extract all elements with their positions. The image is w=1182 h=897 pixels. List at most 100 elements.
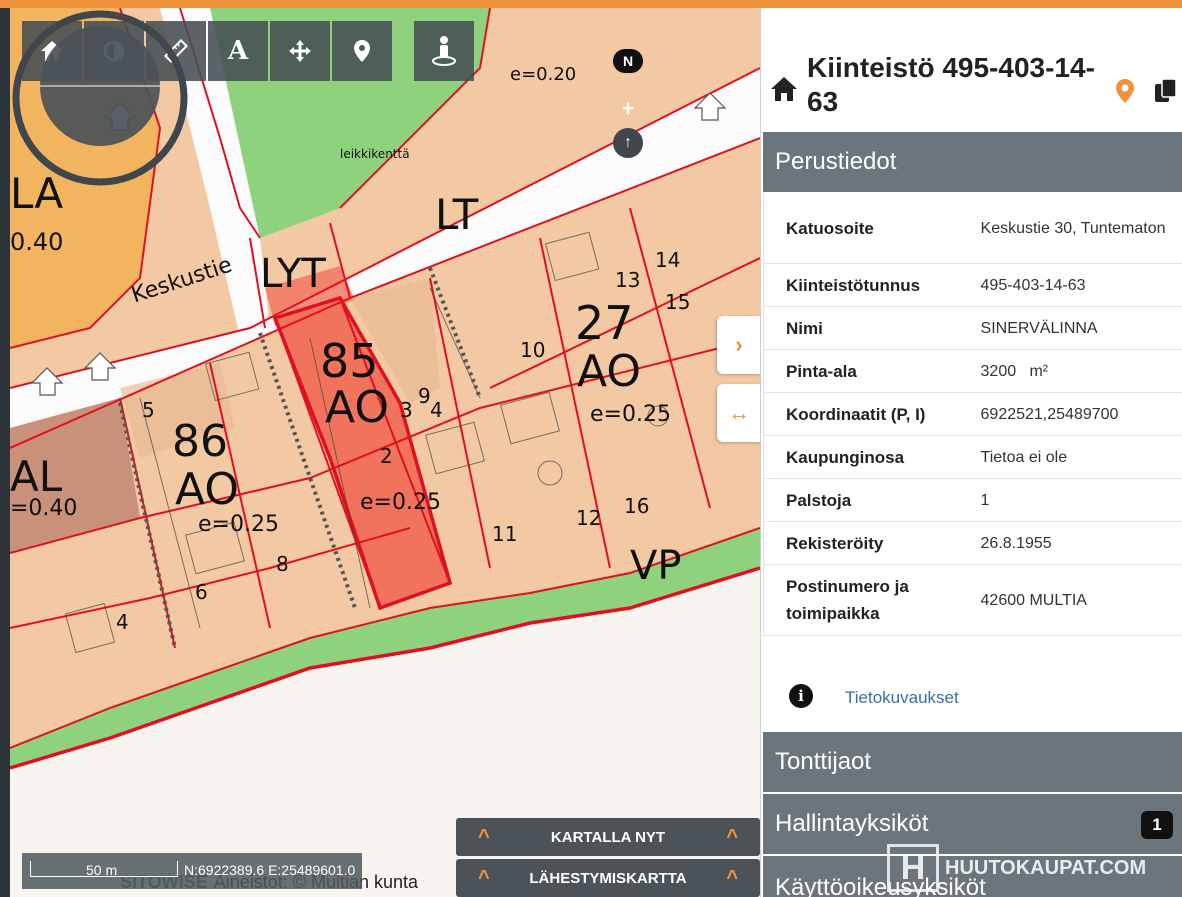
chevron-up-icon: ^ xyxy=(478,825,490,848)
zoom-in-button[interactable]: + xyxy=(615,96,641,122)
zone-lt: LT xyxy=(435,190,479,239)
locate-button[interactable] xyxy=(332,21,392,81)
compass-north-badge: N xyxy=(613,49,643,73)
row-key: Kiinteistötunnus xyxy=(786,275,921,295)
row-value: 1 xyxy=(980,491,990,509)
overview-map-button[interactable]: ^ LÄHESTYMISKARTTA ^ xyxy=(456,859,760,897)
watermark-logo: H xyxy=(887,844,939,892)
row-key: Rekisteröity xyxy=(786,533,884,553)
chevron-up-icon: ^ xyxy=(726,866,738,889)
efficiency-85: e=0.25 xyxy=(360,490,441,515)
zone-ao-85: AO xyxy=(325,382,389,433)
zone-al-efficiency: =0.40 xyxy=(10,496,78,521)
table-row: Rekisteröity 26.8.1955 xyxy=(764,522,1182,565)
plot-12: 12 xyxy=(576,506,602,530)
chevron-up-icon: ^ xyxy=(478,866,490,889)
data-descriptions-link[interactable]: Tietokuvaukset xyxy=(845,688,959,708)
zone-al: AL xyxy=(10,452,63,501)
collapse-panel-button[interactable]: › xyxy=(717,316,760,374)
plot-10: 10 xyxy=(520,338,546,362)
resize-horizontal-icon: ↔ xyxy=(728,400,750,425)
table-row: Kaupunginosa Tietoa ei ole xyxy=(764,436,1182,479)
row-value: Keskustie 30, Tuntematon xyxy=(980,219,1166,237)
move-icon xyxy=(289,40,311,62)
table-row: Pinta-ala 3200 m² xyxy=(764,350,1182,393)
table-row: Katuosoite Keskustie 30, Tuntematon xyxy=(764,193,1182,264)
location-pin-icon[interactable] xyxy=(1115,78,1135,104)
top-accent-bar xyxy=(0,0,1182,8)
section-tonttijaot[interactable]: Tonttijaot xyxy=(763,732,1182,792)
row-value: 42600 MULTIA xyxy=(980,591,1087,609)
streetview-toolbar xyxy=(414,21,474,81)
area-value: 3200 xyxy=(980,362,1017,380)
block-number-27: 27 xyxy=(575,296,634,350)
area-unit: m² xyxy=(1029,362,1049,380)
section-perustiedot[interactable]: Perustiedot xyxy=(763,132,1182,192)
row-key: Katuosoite xyxy=(786,218,874,238)
scale-bar: 50 m N:6922389.6 E:25489601.0 xyxy=(22,853,362,889)
zone-ao-86: AO xyxy=(175,464,239,515)
plot-3: 3 xyxy=(400,398,413,422)
plot-4: 4 xyxy=(116,610,129,634)
cursor-coordinates: N:6922389.6 E:25489601.0 xyxy=(184,862,356,878)
zone-vp: VP xyxy=(630,543,682,589)
table-row: Postinumero ja toimipaikka 42600 MULTIA xyxy=(764,565,1182,636)
zone-la-efficiency: 0.40 xyxy=(10,228,64,256)
row-key: Pinta-ala xyxy=(786,361,857,381)
plot-5: 5 xyxy=(142,398,155,422)
row-value: Tietoa ei ole xyxy=(980,448,1068,466)
text-button[interactable]: A xyxy=(208,21,268,81)
map-now-button[interactable]: ^ KARTALLA NYT ^ xyxy=(456,818,760,856)
text-icon: A xyxy=(227,36,249,66)
street-view-icon xyxy=(432,36,456,66)
plot-6: 6 xyxy=(195,580,208,604)
panel-header: Kiinteistö 495-403-14-63 xyxy=(761,8,1182,132)
app-root: 85 AO 86 AO 27 AO LT LYT VP AL =0.40 LA … xyxy=(0,0,1182,897)
plot-14: 14 xyxy=(655,248,681,272)
zone-lyt: LYT xyxy=(260,251,326,297)
table-row: Kiinteistötunnus 495-403-14-63 xyxy=(764,264,1182,307)
block-number-85: 85 xyxy=(320,334,379,388)
watermark-text: HUUTOKAUPAT.COM xyxy=(945,856,1147,879)
plot-13: 13 xyxy=(615,268,641,292)
left-edge xyxy=(0,8,10,897)
section-label: Hallintayksiköt xyxy=(775,810,929,837)
row-key: Koordinaatit (P, I) xyxy=(786,404,926,424)
plot-16: 16 xyxy=(624,494,650,518)
table-row: Nimi SINERVÄLINNA xyxy=(764,307,1182,350)
efficiency-86: e=0.25 xyxy=(198,512,279,537)
block-number-86: 86 xyxy=(172,416,228,467)
efficiency-top: e=0.20 xyxy=(510,64,577,85)
zoom-out-button[interactable]: - xyxy=(615,165,641,191)
property-details-table: Katuosoite Keskustie 30, Tuntematon Kiin… xyxy=(763,193,1182,636)
map-now-label: KARTALLA NYT xyxy=(550,828,666,846)
row-key: Postinumero ja toimipaikka xyxy=(786,577,909,623)
plot-9: 9 xyxy=(418,384,431,408)
row-value: 6922521,25489700 xyxy=(980,405,1119,423)
row-key: Kaupunginosa xyxy=(786,447,905,467)
resize-panel-button[interactable]: ↔ xyxy=(717,384,760,442)
street-view-button[interactable] xyxy=(414,21,474,81)
overview-map-label: LÄHESTYMISKARTTA xyxy=(529,869,687,887)
home-icon xyxy=(771,77,797,101)
plot-2: 2 xyxy=(380,444,393,468)
zone-ao-27: AO xyxy=(577,346,641,397)
chevron-up-icon: ^ xyxy=(726,825,738,848)
row-key: Nimi xyxy=(786,318,823,338)
compass-ring[interactable] xyxy=(10,8,190,188)
row-value: 26.8.1955 xyxy=(980,534,1052,552)
playground-label: leikkikenttä xyxy=(340,147,410,161)
row-value-area: 3200 m² xyxy=(981,358,1182,385)
property-title: Kiinteistö 495-403-14-63 xyxy=(807,52,1095,117)
row-value: 495-403-14-63 xyxy=(980,276,1086,294)
copy-icon[interactable] xyxy=(1154,78,1178,104)
reset-north-button[interactable]: ↑ xyxy=(613,128,643,158)
scale-distance: 50 m xyxy=(86,862,118,878)
plot-11: 11 xyxy=(492,522,518,546)
map-view[interactable]: 85 AO 86 AO 27 AO LT LYT VP AL =0.40 LA … xyxy=(10,8,760,897)
row-value: SINERVÄLINNA xyxy=(980,319,1098,337)
plot-8: 8 xyxy=(276,552,289,576)
pan-button[interactable] xyxy=(270,21,330,81)
plot-15: 15 xyxy=(665,290,691,314)
watermark: H HUUTOKAUPAT.COM xyxy=(887,838,1177,897)
